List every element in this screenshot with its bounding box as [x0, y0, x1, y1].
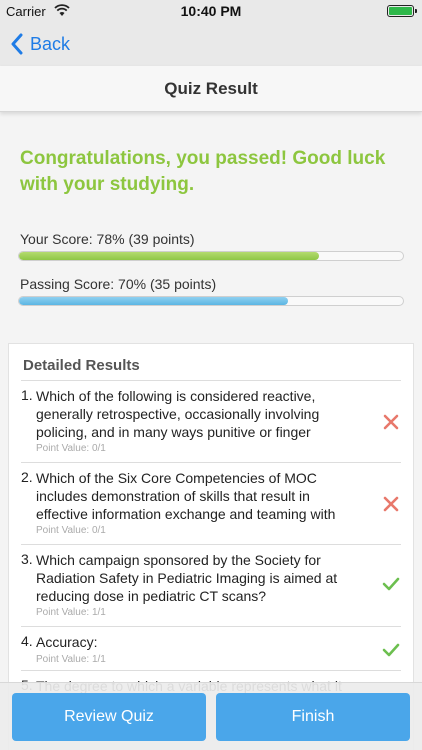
passing-score-label: Passing Score: 70% (35 points) [20, 276, 217, 292]
incorrect-x-icon [383, 414, 399, 430]
result-item[interactable]: 3. Which campaign sponsored by the Socie… [21, 545, 401, 627]
page-title: Quiz Result [164, 78, 258, 98]
correct-check-icon [382, 577, 400, 591]
title-bar: Quiz Result [0, 66, 422, 112]
review-quiz-button[interactable]: Review Quiz [12, 693, 206, 741]
result-item[interactable]: 4. Accuracy: Point Value: 1/1 [21, 627, 401, 671]
detailed-results-heading: Detailed Results [23, 357, 140, 374]
clock: 10:40 PM [180, 3, 242, 19]
question-number: 2. [21, 469, 33, 485]
navigation-bar: Back [0, 22, 422, 66]
your-score-fill [19, 252, 319, 260]
question-text: Which campaign sponsored by the Society … [36, 552, 338, 604]
passing-score-fill [19, 297, 288, 305]
result-item[interactable]: 1. Which of the following is considered … [21, 381, 401, 463]
question-text: Accuracy: [36, 634, 98, 650]
passing-score-bar [18, 296, 404, 306]
question-text: Which of the following is considered rea… [36, 388, 320, 440]
result-content[interactable]: Congratulations, you passed! Good luck w… [0, 113, 422, 750]
point-value: Point Value: 1/1 [36, 654, 106, 665]
question-number: 3. [21, 551, 33, 567]
your-score-bar [18, 251, 404, 261]
question-number: 4. [21, 633, 33, 649]
status-bar: Carrier 10:40 PM [0, 0, 422, 22]
incorrect-x-icon [383, 496, 399, 512]
point-value: Point Value: 0/1 [36, 525, 106, 536]
result-item[interactable]: 2. Which of the Six Core Competencies of… [21, 463, 401, 545]
point-value: Point Value: 1/1 [36, 607, 106, 618]
question-number: 1. [21, 387, 33, 403]
chevron-left-icon [11, 33, 23, 55]
your-score-label: Your Score: 78% (39 points) [20, 231, 195, 247]
point-value: Point Value: 0/1 [36, 443, 106, 454]
finish-button[interactable]: Finish [216, 693, 410, 741]
question-text: Which of the Six Core Competencies of MO… [36, 470, 336, 522]
back-label: Back [30, 33, 71, 54]
battery-icon [387, 5, 417, 17]
correct-check-icon [382, 643, 400, 657]
bottom-action-bar: Review Quiz Finish [0, 682, 422, 750]
back-button[interactable]: Back [10, 32, 70, 56]
pass-message: Congratulations, you passed! Good luck w… [20, 148, 386, 195]
